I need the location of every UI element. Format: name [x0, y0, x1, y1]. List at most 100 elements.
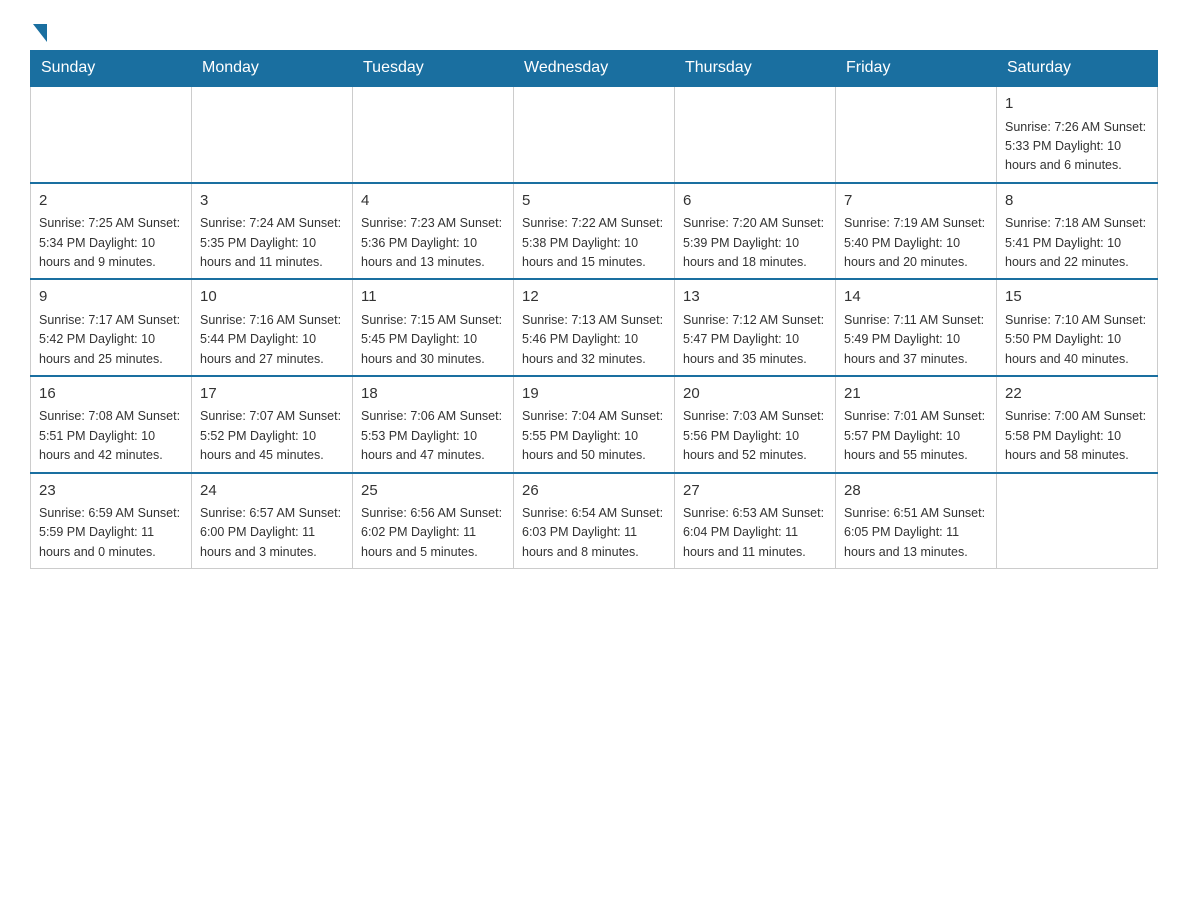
day-info: Sunrise: 7:04 AM Sunset: 5:55 PM Dayligh… [522, 409, 663, 462]
day-number: 4 [361, 190, 505, 213]
calendar-cell: 10 Sunrise: 7:16 AM Sunset: 5:44 PM Dayli… [192, 279, 353, 376]
calendar-cell: 6Sunrise: 7:20 AM Sunset: 5:39 PM Daylig… [675, 183, 836, 280]
day-info: Sunrise: 7:03 AM Sunset: 5:56 PM Dayligh… [683, 409, 824, 462]
day-number: 26 [522, 480, 666, 503]
day-info: Sunrise: 7:12 AM Sunset: 5:47 PM Dayligh… [683, 313, 824, 366]
calendar-cell: 25 Sunrise: 6:56 AM Sunset: 6:02 PM Dayli… [353, 473, 514, 569]
calendar-cell: 19 Sunrise: 7:04 AM Sunset: 5:55 PM Dayli… [514, 376, 675, 473]
calendar-cell: 3 Sunrise: 7:24 AM Sunset: 5:35 PM Daylig… [192, 183, 353, 280]
logo-arrow-icon [33, 24, 47, 42]
day-number: 10 [200, 286, 344, 309]
day-number: 17 [200, 383, 344, 406]
calendar-cell: 26 Sunrise: 6:54 AM Sunset: 6:03 PM Dayli… [514, 473, 675, 569]
day-number: 21 [844, 383, 988, 406]
day-number: 7 [844, 190, 988, 213]
calendar-cell: 14 Sunrise: 7:11 AM Sunset: 5:49 PM Dayli… [836, 279, 997, 376]
calendar-cell: 8 Sunrise: 7:18 AM Sunset: 5:41 PM Daylig… [997, 183, 1158, 280]
calendar-cell: 22 Sunrise: 7:00 AM Sunset: 5:58 PM Dayli… [997, 376, 1158, 473]
day-number: 18 [361, 383, 505, 406]
day-info: Sunrise: 7:07 AM Sunset: 5:52 PM Dayligh… [200, 409, 341, 462]
day-info: Sunrise: 7:22 AM Sunset: 5:38 PM Dayligh… [522, 216, 663, 269]
day-info: Sunrise: 7:06 AM Sunset: 5:53 PM Dayligh… [361, 409, 502, 462]
calendar-week-row: 1 Sunrise: 7:26 AM Sunset: 5:33 PM Daylig… [31, 86, 1158, 183]
calendar-week-row: 9Sunrise: 7:17 AM Sunset: 5:42 PM Daylig… [31, 279, 1158, 376]
day-info: Sunrise: 7:01 AM Sunset: 5:57 PM Dayligh… [844, 409, 985, 462]
calendar-cell [192, 86, 353, 183]
calendar-cell: 7 Sunrise: 7:19 AM Sunset: 5:40 PM Daylig… [836, 183, 997, 280]
calendar-cell: 27 Sunrise: 6:53 AM Sunset: 6:04 PM Dayli… [675, 473, 836, 569]
day-info: Sunrise: 7:19 AM Sunset: 5:40 PM Dayligh… [844, 216, 985, 269]
day-of-week-header: Saturday [997, 51, 1158, 87]
calendar-cell [675, 86, 836, 183]
day-number: 13 [683, 286, 827, 309]
day-number: 16 [39, 383, 183, 406]
day-info: Sunrise: 7:08 AM Sunset: 5:51 PM Dayligh… [39, 409, 180, 462]
day-number: 22 [1005, 383, 1149, 406]
calendar-cell [31, 86, 192, 183]
day-info: Sunrise: 7:23 AM Sunset: 5:36 PM Dayligh… [361, 216, 502, 269]
calendar-cell: 23 Sunrise: 6:59 AM Sunset: 5:59 PM Dayli… [31, 473, 192, 569]
day-info: Sunrise: 6:51 AM Sunset: 6:05 PM Dayligh… [844, 506, 985, 559]
calendar-cell: 4 Sunrise: 7:23 AM Sunset: 5:36 PM Daylig… [353, 183, 514, 280]
day-info: Sunrise: 7:16 AM Sunset: 5:44 PM Dayligh… [200, 313, 341, 366]
calendar-cell: 5 Sunrise: 7:22 AM Sunset: 5:38 PM Daylig… [514, 183, 675, 280]
calendar-cell [997, 473, 1158, 569]
day-number: 25 [361, 480, 505, 503]
day-info: Sunrise: 7:26 AM Sunset: 5:33 PM Dayligh… [1005, 120, 1146, 173]
day-of-week-header: Thursday [675, 51, 836, 87]
day-info: Sunrise: 7:00 AM Sunset: 5:58 PM Dayligh… [1005, 409, 1146, 462]
day-info: Sunrise: 6:53 AM Sunset: 6:04 PM Dayligh… [683, 506, 824, 559]
calendar-header-row: SundayMondayTuesdayWednesdayThursdayFrid… [31, 51, 1158, 87]
day-of-week-header: Wednesday [514, 51, 675, 87]
calendar-cell [514, 86, 675, 183]
calendar-cell: 17 Sunrise: 7:07 AM Sunset: 5:52 PM Dayli… [192, 376, 353, 473]
day-number: 3 [200, 190, 344, 213]
day-info: Sunrise: 6:54 AM Sunset: 6:03 PM Dayligh… [522, 506, 663, 559]
day-info: Sunrise: 6:56 AM Sunset: 6:02 PM Dayligh… [361, 506, 502, 559]
logo [30, 20, 47, 40]
calendar-cell: 21 Sunrise: 7:01 AM Sunset: 5:57 PM Dayli… [836, 376, 997, 473]
calendar-cell [836, 86, 997, 183]
day-number: 24 [200, 480, 344, 503]
day-number: 2 [39, 190, 183, 213]
day-number: 28 [844, 480, 988, 503]
day-number: 19 [522, 383, 666, 406]
day-info: Sunrise: 7:11 AM Sunset: 5:49 PM Dayligh… [844, 313, 984, 366]
calendar-cell: 1 Sunrise: 7:26 AM Sunset: 5:33 PM Daylig… [997, 86, 1158, 183]
calendar-table: SundayMondayTuesdayWednesdayThursdayFrid… [30, 50, 1158, 569]
day-info: Sunrise: 7:15 AM Sunset: 5:45 PM Dayligh… [361, 313, 502, 366]
day-number: 1 [1005, 93, 1149, 116]
calendar-cell: 15Sunrise: 7:10 AM Sunset: 5:50 PM Dayli… [997, 279, 1158, 376]
day-number: 23 [39, 480, 183, 503]
calendar-cell: 2 Sunrise: 7:25 AM Sunset: 5:34 PM Daylig… [31, 183, 192, 280]
calendar-cell: 9Sunrise: 7:17 AM Sunset: 5:42 PM Daylig… [31, 279, 192, 376]
day-number: 14 [844, 286, 988, 309]
day-info: Sunrise: 7:25 AM Sunset: 5:34 PM Dayligh… [39, 216, 180, 269]
day-number: 20 [683, 383, 827, 406]
day-info: Sunrise: 7:18 AM Sunset: 5:41 PM Dayligh… [1005, 216, 1146, 269]
calendar-cell: 18 Sunrise: 7:06 AM Sunset: 5:53 PM Dayli… [353, 376, 514, 473]
calendar-cell: 16 Sunrise: 7:08 AM Sunset: 5:51 PM Dayli… [31, 376, 192, 473]
day-number: 11 [361, 286, 505, 309]
day-info: Sunrise: 6:57 AM Sunset: 6:00 PM Dayligh… [200, 506, 341, 559]
calendar-cell: 11 Sunrise: 7:15 AM Sunset: 5:45 PM Dayli… [353, 279, 514, 376]
calendar-week-row: 16 Sunrise: 7:08 AM Sunset: 5:51 PM Dayli… [31, 376, 1158, 473]
day-info: Sunrise: 7:17 AM Sunset: 5:42 PM Dayligh… [39, 313, 180, 366]
day-info: Sunrise: 6:59 AM Sunset: 5:59 PM Dayligh… [39, 506, 180, 559]
day-of-week-header: Sunday [31, 51, 192, 87]
day-number: 15 [1005, 286, 1149, 309]
calendar-cell [353, 86, 514, 183]
calendar-cell: 12 Sunrise: 7:13 AM Sunset: 5:46 PM Dayli… [514, 279, 675, 376]
day-info: Sunrise: 7:20 AM Sunset: 5:39 PM Dayligh… [683, 216, 824, 269]
calendar-cell: 13 Sunrise: 7:12 AM Sunset: 5:47 PM Dayli… [675, 279, 836, 376]
day-info: Sunrise: 7:24 AM Sunset: 5:35 PM Dayligh… [200, 216, 341, 269]
day-of-week-header: Tuesday [353, 51, 514, 87]
calendar-cell: 20 Sunrise: 7:03 AM Sunset: 5:56 PM Dayli… [675, 376, 836, 473]
day-of-week-header: Friday [836, 51, 997, 87]
day-info: Sunrise: 7:13 AM Sunset: 5:46 PM Dayligh… [522, 313, 663, 366]
day-number: 5 [522, 190, 666, 213]
day-number: 27 [683, 480, 827, 503]
day-number: 12 [522, 286, 666, 309]
day-number: 8 [1005, 190, 1149, 213]
day-of-week-header: Monday [192, 51, 353, 87]
